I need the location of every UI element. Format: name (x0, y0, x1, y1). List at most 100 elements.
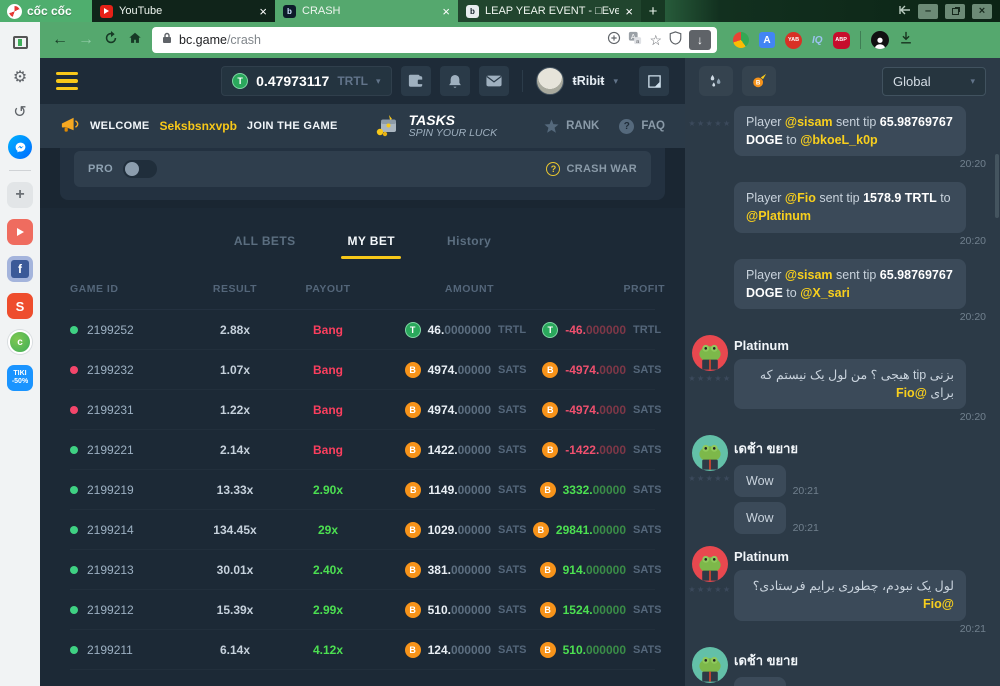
user-avatar[interactable] (536, 67, 564, 95)
table-row[interactable]: 219921215.39x2.99xB510.000000SATSB1524.0… (70, 590, 655, 630)
close-tab-icon[interactable]: × (625, 5, 633, 18)
back-icon[interactable]: ← (52, 32, 68, 48)
tiki-shortcut-icon[interactable]: TIKI -50% (7, 365, 33, 391)
profit-cell: B3332.00000SATS (530, 482, 665, 498)
chat-channel-select[interactable]: Global ▾ (882, 67, 986, 96)
shield-icon[interactable] (669, 31, 682, 50)
table-row[interactable]: 21992522.88xBangT46.0000000TRTLT-46.0000… (70, 310, 655, 350)
trtl-coin-icon: T (405, 322, 421, 338)
bookmark-star-icon[interactable]: ☆ (649, 32, 662, 49)
dock-side-icon[interactable] (899, 2, 911, 20)
chat-user-message: ★★★★★Platinumبزنی tip هیجی ؟ من لول یک ن… (691, 335, 986, 428)
game-id: 2199231 (87, 403, 134, 417)
tab-leap-year-event[interactable]: b LEAP YEAR EVENT - □Event - × (458, 0, 641, 22)
chat-tip-message: Player @Fio sent tip 1578.9 TRTL to @Pla… (691, 182, 986, 251)
faq-button[interactable]: ? FAQ (619, 119, 665, 134)
home-icon[interactable] (128, 31, 142, 49)
table-row[interactable]: 2199214134.45x29xB1029.00000SATSB29841.0… (70, 510, 655, 550)
username[interactable]: ŧRibiŧ (573, 74, 605, 88)
table-row[interactable]: 21992116.14x4.12xB124.000000SATSB510.000… (70, 630, 655, 670)
chat-username[interactable]: เดช้า ขยาย (734, 438, 986, 459)
iq-extension-icon[interactable]: IQ (812, 35, 823, 46)
close-tab-icon[interactable]: × (442, 5, 450, 18)
chevron-down-icon: ▾ (970, 76, 975, 87)
result-cell: 134.45x (192, 523, 278, 537)
chat-fireball-button[interactable]: B (742, 66, 776, 96)
close-tab-icon[interactable]: × (259, 5, 267, 18)
zoom-icon[interactable] (607, 31, 621, 50)
table-row[interactable]: 219921913.33x2.90xB1149.00000SATSB3332.0… (70, 470, 655, 510)
chat-header: B Global ▾ (685, 58, 1000, 104)
forward-icon[interactable]: → (78, 32, 94, 48)
wallet-button[interactable] (401, 66, 431, 96)
table-row[interactable]: 21992212.14xBangB1422.00000SATSB-1422.00… (70, 430, 655, 470)
new-tab-button[interactable]: + (641, 0, 665, 22)
table-row[interactable]: 21992311.22xBangB4974.00000SATSB-4974.00… (70, 390, 655, 430)
user-avatar[interactable] (692, 546, 728, 582)
abp-extension-icon[interactable]: ABP (833, 32, 850, 49)
browser-brand[interactable]: cốc cốc (0, 0, 92, 22)
restore-button[interactable] (945, 4, 965, 19)
balance-selector[interactable]: T 0.47973117 TRTL ▾ (221, 66, 391, 96)
menu-hamburger-icon[interactable] (56, 72, 78, 91)
crash-war-link[interactable]: ? CRASH WAR (546, 162, 637, 176)
notifications-bell-button[interactable] (440, 66, 470, 96)
sats-coin-icon: B (542, 402, 558, 418)
game-id: 2199213 (87, 563, 134, 577)
history-icon[interactable]: ↺ (8, 100, 32, 124)
sidebar-toggle-icon[interactable] (8, 30, 32, 54)
chat-username[interactable]: Platinum (734, 338, 986, 353)
user-avatar[interactable] (692, 435, 728, 471)
add-shortcut-button[interactable]: + (7, 182, 33, 208)
payout-cell: Bang (278, 363, 378, 377)
downloads-icon[interactable] (899, 31, 913, 50)
rank-button[interactable]: RANK (544, 119, 599, 133)
facebook-shortcut-icon[interactable]: f (7, 256, 33, 282)
minimize-button[interactable]: – (918, 4, 938, 19)
tab-crash[interactable]: b CRASH × (275, 0, 458, 22)
messenger-icon[interactable] (8, 135, 32, 159)
download-manager-button[interactable]: ↓ (689, 30, 711, 50)
coccoc-savior-icon[interactable]: c (8, 330, 32, 354)
game-status-dot (70, 606, 78, 614)
settings-gear-icon[interactable]: ⚙ (8, 65, 32, 89)
bet-tab-my-bet[interactable]: MY BET (347, 234, 395, 259)
table-row[interactable]: 21992321.07xBangB4974.00000SATSB-4974.00… (70, 350, 655, 390)
chat-toggle-button[interactable] (639, 66, 669, 96)
table-row[interactable]: 219921330.01x2.40xB381.000000SATSB914.00… (70, 550, 655, 590)
payout-cell: 2.90x (278, 483, 378, 497)
user-avatar[interactable] (692, 335, 728, 371)
pro-toggle[interactable] (123, 160, 157, 178)
bet-tab-all-bets[interactable]: ALL BETS (234, 234, 296, 259)
shopee-shortcut-icon[interactable]: S (7, 293, 33, 319)
sats-coin-icon: B (540, 602, 556, 618)
reload-icon[interactable] (104, 31, 118, 49)
game-status-dot (70, 526, 78, 534)
join-label: JOIN THE GAME (247, 120, 338, 132)
user-avatar[interactable] (692, 647, 728, 683)
mail-button[interactable] (479, 66, 509, 96)
address-bar[interactable]: bc.game/crash Aa ☆ ↓ (152, 27, 717, 53)
chat-bubble: بزنی tip هیجی ؟ من لول یک نیستم که برای … (734, 359, 966, 409)
yab-extension-icon[interactable]: YAB (785, 32, 802, 49)
chat-username[interactable]: Platinum (734, 549, 986, 564)
game-status-dot (70, 486, 78, 494)
game-id-cell: 2199213 (70, 563, 192, 577)
tasks-shortcut[interactable]: TASKS SPIN YOUR LUCK (375, 113, 498, 140)
close-window-button[interactable]: × (972, 4, 992, 19)
profit-cell: B914.000000SATS (530, 562, 665, 578)
tab-youtube[interactable]: YouTube × (92, 0, 275, 22)
chat-username[interactable]: เดช้า ขยาย (734, 650, 986, 671)
profile-icon[interactable] (871, 31, 889, 49)
sats-coin-icon: B (405, 642, 421, 658)
bet-tab-history[interactable]: History (447, 234, 491, 259)
chat-scrollbar[interactable] (995, 154, 999, 218)
youtube-shortcut-icon[interactable] (7, 219, 33, 245)
translate-extension-icon[interactable]: A (759, 32, 775, 48)
profit-cell: B510.000000SATS (530, 642, 665, 658)
browser-sidebar: ⚙ ↺ + f S c TIKI -50% (0, 22, 40, 686)
chat-rain-button[interactable] (699, 66, 733, 96)
translate-icon[interactable]: Aa (628, 31, 642, 50)
amount-cell: B510.000000SATS (378, 602, 530, 618)
savior-extension-icon[interactable] (733, 32, 749, 48)
